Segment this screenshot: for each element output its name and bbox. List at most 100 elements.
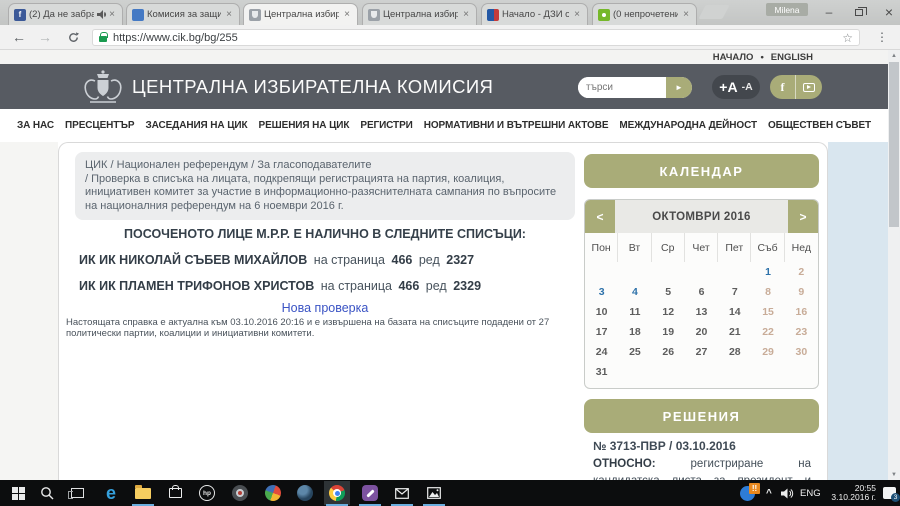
tab-abv-mail[interactable]: (0 непрочетени) - АБВ × [592,3,697,25]
back-button[interactable]: ← [8,27,30,47]
nav-resheniya[interactable]: РЕШЕНИЯ НА ЦИК [259,120,350,131]
hp-app-button[interactable]: hp [194,481,220,505]
browser-scrollbar[interactable]: ▲ ▼ [888,50,900,480]
abv-mail-icon [598,9,610,21]
reload-button[interactable] [62,27,84,47]
search-submit-button[interactable]: ► [666,77,692,98]
tab-cik-active[interactable]: Централна избирател × [243,3,358,25]
https-padlock-icon[interactable] [99,36,107,42]
tab-close-icon[interactable]: × [342,9,352,20]
tab-cpdp[interactable]: Комисия за защита на × [126,3,240,25]
font-decrease-button[interactable]: -A [742,81,753,93]
camera-app-button[interactable] [227,481,253,505]
task-view-button[interactable] [64,481,90,505]
tab-close-icon[interactable]: × [572,9,582,20]
url-text[interactable]: https://www.cik.bg/bg/255 [113,32,842,44]
mail-button[interactable] [389,481,415,505]
tray-expand-button[interactable]: ^ [766,480,772,506]
youtube-button[interactable] [796,75,822,99]
calendar-button[interactable]: КАЛЕНДАР [584,154,819,188]
update-alert-icon: !! [740,486,755,501]
calendar-day: 2 [785,262,818,282]
tab-title: (2) Да не забравя [29,9,94,20]
language-indicator[interactable]: ENG [800,480,821,506]
tab-close-icon[interactable]: × [461,9,471,20]
new-tab-button[interactable] [698,5,729,19]
tab-close-icon[interactable]: × [681,9,691,20]
chrome-button[interactable] [324,481,350,505]
tab-close-icon[interactable]: × [224,9,234,20]
calendar-grid: 1234567891011121314151617181920212223242… [585,262,818,382]
calendar-day: 19 [652,322,685,342]
window-minimize-button[interactable]: – [815,0,843,24]
nav-mezhdunarodna-deynost[interactable]: МЕЖДУНАРОДНА ДЕЙНОСТ [619,120,757,131]
main-navigation: ЗА НАС ПРЕСЦЕНТЪР ЗАСЕДАНИЯ НА ЦИК РЕШЕН… [0,109,888,142]
edge-icon: e [106,484,116,502]
chrome-menu-icon[interactable]: ⋮ [872,27,892,47]
calendar-day: 9 [785,282,818,302]
search-input[interactable] [578,77,666,98]
viber-button[interactable] [357,481,383,505]
camera-icon [232,485,248,501]
tab-facebook[interactable]: f (2) Да не забравя × [8,3,123,25]
calendar-prev-button[interactable]: < [585,200,615,233]
new-check-link[interactable]: Нова проверка [59,301,591,315]
entry-page-number: 466 [398,279,419,293]
calendar-next-button[interactable]: > [788,200,818,233]
taskbar-search-button[interactable] [34,481,60,505]
clock[interactable]: 20:55 3.10.2016 г. [828,480,876,506]
calendar-day [652,262,685,282]
decision-number-link[interactable]: № 3713-ПВР / 03.10.2016 [593,439,811,453]
decision-item: № 3713-ПВР / 03.10.2016 ОТНОСНО: регистр… [593,439,811,480]
bookmark-star-icon[interactable]: ☆ [842,31,853,45]
globe-app-button[interactable] [292,481,318,505]
action-center-button[interactable]: 3 [883,480,896,506]
nav-za-nas[interactable]: ЗА НАС [17,120,54,131]
calendar-day: 16 [785,302,818,322]
nav-normativni-aktove[interactable]: НОРМАТИВНИ И ВЪТРЕШНИ АКТОВЕ [424,120,609,131]
calendar-day: 25 [618,342,651,362]
tray-update-button[interactable]: !! [740,480,755,506]
scroll-down-arrow[interactable]: ▼ [888,469,900,480]
pinwheel-icon [263,483,284,504]
store-button[interactable] [162,481,188,505]
chrome-profile-chip[interactable]: Milena [766,3,808,16]
file-explorer-button[interactable] [130,481,156,505]
calendar-day[interactable]: 3 [585,282,618,302]
tab-audio-icon[interactable] [97,10,107,19]
facebook-button[interactable]: f [770,75,796,99]
tab-title: Централна избирател [383,9,458,20]
nav-zasedaniya[interactable]: ЗАСЕДАНИЯ НА ЦИК [145,120,247,131]
calendar-day[interactable]: 4 [618,282,651,302]
window-restore-button[interactable] [845,0,873,24]
photos-button[interactable] [421,481,447,505]
youtube-icon [803,83,815,92]
window-close-button[interactable]: × [875,0,900,24]
folder-icon [135,488,151,499]
calendar-day[interactable]: 1 [751,262,784,282]
nav-registri[interactable]: РЕГИСТРИ [360,120,412,131]
scroll-up-arrow[interactable]: ▲ [888,50,900,61]
english-link[interactable]: ENGLISH [771,52,813,63]
calendar-day: 11 [618,302,651,322]
forward-button[interactable]: → [34,27,56,47]
coat-of-arms-logo [82,68,124,106]
tab-dzi[interactable]: Начало - ДЗИ онлайн × [481,3,588,25]
scrollbar-thumb[interactable] [889,62,899,227]
font-increase-button[interactable]: +A [719,79,737,95]
edge-button[interactable]: e [98,481,124,505]
home-link[interactable]: НАЧАЛО [713,52,754,63]
photo-app-button[interactable] [260,481,286,505]
start-button[interactable] [5,481,31,505]
entry-row-number: 2327 [446,253,474,267]
decisions-button[interactable]: РЕШЕНИЯ [584,399,819,433]
search-box: ► [578,77,692,98]
calendar-day: 10 [585,302,618,322]
tab-cik-2[interactable]: Централна избирател × [362,3,477,25]
volume-button[interactable] [781,480,794,506]
breadcrumb-trail[interactable]: ЦИК / Национален референдум / За гласопо… [85,159,371,171]
nav-prescentar[interactable]: ПРЕСЦЕНТЪР [65,120,134,131]
nav-obshtestven-savet[interactable]: ОБЩЕСТВЕН СЪВЕТ [768,120,871,131]
address-bar[interactable]: https://www.cik.bg/bg/255 ☆ [92,29,860,46]
tab-close-icon[interactable]: × [107,9,117,20]
